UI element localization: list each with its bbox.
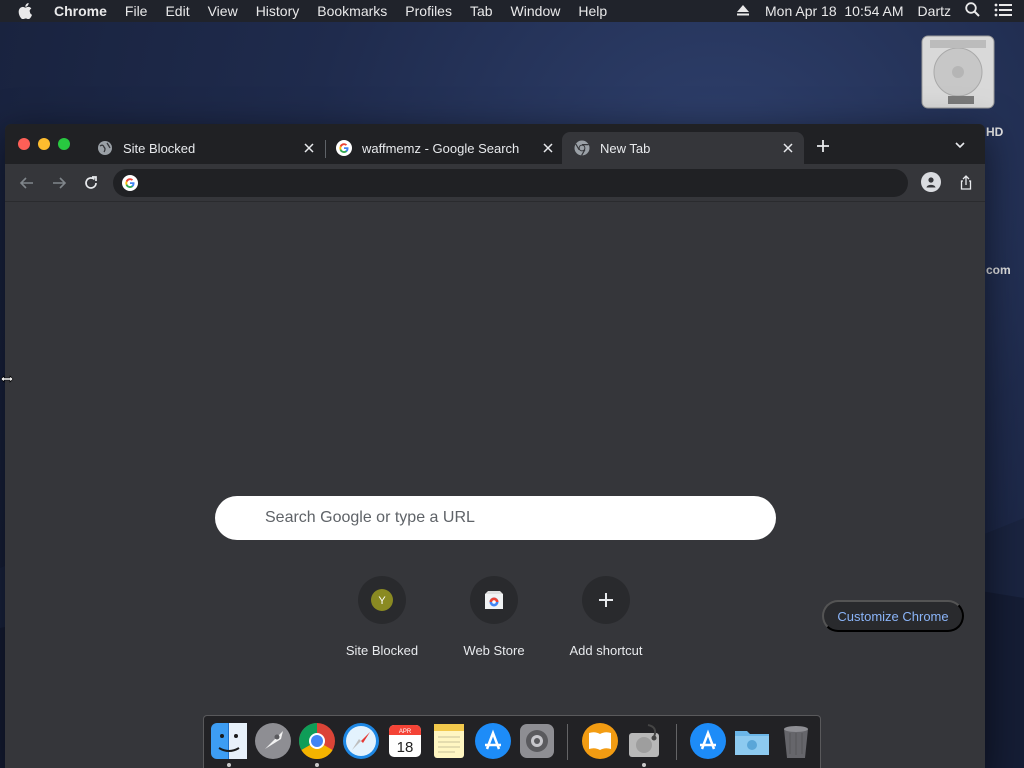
tab-strip: Site Blocked waffmemz - Google Search Ne… bbox=[5, 124, 985, 164]
finder-icon[interactable] bbox=[209, 721, 249, 761]
menu-bookmarks[interactable]: Bookmarks bbox=[317, 3, 387, 19]
menubar-user[interactable]: Dartz bbox=[918, 3, 951, 19]
notes-icon[interactable] bbox=[429, 721, 469, 761]
menu-view[interactable]: View bbox=[208, 3, 238, 19]
dock-separator bbox=[676, 724, 677, 760]
tab-google-search[interactable]: waffmemz - Google Search bbox=[324, 132, 564, 164]
notification-center-icon[interactable] bbox=[994, 3, 1012, 20]
shortcut-icon-container: Y bbox=[358, 576, 406, 624]
disk-utility-icon[interactable] bbox=[624, 721, 664, 761]
address-bar[interactable] bbox=[113, 169, 972, 197]
resize-cursor-icon bbox=[0, 372, 14, 384]
chevron-down-icon[interactable] bbox=[953, 138, 969, 154]
tab-close-icon[interactable] bbox=[301, 140, 317, 156]
safari-icon[interactable] bbox=[341, 721, 381, 761]
svg-text:APR: APR bbox=[399, 729, 412, 735]
tab-close-icon[interactable] bbox=[780, 140, 796, 156]
google-g-icon bbox=[336, 140, 352, 156]
web-store-icon bbox=[485, 591, 503, 609]
books-icon[interactable] bbox=[580, 721, 620, 761]
tab-close-icon[interactable] bbox=[540, 140, 556, 156]
calendar-icon[interactable]: APR 18 bbox=[385, 721, 425, 761]
shortcut-icon-container bbox=[470, 576, 518, 624]
spotlight-search-icon[interactable] bbox=[965, 2, 980, 20]
plus-icon bbox=[599, 593, 613, 607]
system-preferences-icon[interactable] bbox=[517, 721, 557, 761]
desktop-hd-label: HD bbox=[986, 125, 1004, 139]
ntp-search-box[interactable] bbox=[215, 496, 776, 540]
customize-chrome-button[interactable]: Customize Chrome bbox=[822, 600, 964, 632]
app-store-icon[interactable] bbox=[473, 721, 513, 761]
apple-menu-icon[interactable] bbox=[18, 2, 36, 20]
letter-y-icon: Y bbox=[371, 589, 393, 611]
app-store-downloads-icon[interactable] bbox=[688, 721, 728, 761]
menu-file[interactable]: File bbox=[125, 3, 148, 19]
window-minimize-button[interactable] bbox=[38, 138, 50, 150]
share-icon[interactable] bbox=[958, 175, 974, 191]
chrome-dock-icon[interactable] bbox=[297, 721, 337, 761]
address-input[interactable] bbox=[145, 173, 845, 193]
window-close-button[interactable] bbox=[18, 138, 30, 150]
svg-text:Y: Y bbox=[378, 595, 386, 607]
new-tab-page: Y Site Blocked Web Store Add short bbox=[5, 202, 985, 768]
chrome-window: Site Blocked waffmemz - Google Search Ne… bbox=[5, 124, 985, 768]
downloads-folder-icon[interactable] bbox=[732, 721, 772, 761]
shortcut-label: Web Store bbox=[463, 643, 525, 658]
menu-window[interactable]: Window bbox=[511, 3, 561, 19]
menu-profiles[interactable]: Profiles bbox=[405, 3, 452, 19]
menu-edit[interactable]: Edit bbox=[165, 3, 189, 19]
shortcut-icon-container bbox=[582, 576, 630, 624]
shortcut-label: Add shortcut bbox=[569, 643, 643, 658]
menu-help[interactable]: Help bbox=[578, 3, 607, 19]
menu-bar: Chrome File Edit View History Bookmarks … bbox=[0, 0, 1024, 22]
shortcut-label: Site Blocked bbox=[345, 643, 419, 658]
tab-site-blocked[interactable]: Site Blocked bbox=[85, 132, 325, 164]
globe-icon bbox=[97, 140, 113, 156]
dock-separator bbox=[567, 724, 568, 760]
dock-running-indicator bbox=[315, 763, 319, 767]
window-maximize-button[interactable] bbox=[58, 138, 70, 150]
eject-icon[interactable] bbox=[737, 3, 750, 19]
shortcut-add[interactable]: Add shortcut bbox=[550, 572, 662, 660]
new-tab-plus-icon[interactable] bbox=[813, 136, 833, 156]
dock: APR 18 bbox=[203, 715, 821, 768]
menu-tab[interactable]: Tab bbox=[470, 3, 493, 19]
tab-label: New Tab bbox=[600, 140, 651, 156]
back-arrow-icon[interactable] bbox=[18, 174, 36, 192]
launchpad-icon[interactable] bbox=[253, 721, 293, 761]
dock-running-indicator bbox=[227, 763, 231, 767]
menubar-clock[interactable]: Mon Apr 18 10:54 AM bbox=[765, 3, 904, 19]
shortcut-site-blocked[interactable]: Y Site Blocked bbox=[326, 572, 438, 660]
google-g-icon bbox=[122, 175, 138, 191]
chrome-icon bbox=[574, 140, 590, 156]
tab-new-tab[interactable]: New Tab bbox=[562, 132, 804, 164]
shortcut-web-store[interactable]: Web Store bbox=[438, 572, 550, 660]
svg-text:18: 18 bbox=[397, 739, 414, 756]
ntp-search-input[interactable] bbox=[265, 508, 745, 528]
menu-history[interactable]: History bbox=[256, 3, 300, 19]
profile-avatar-icon[interactable] bbox=[921, 172, 941, 192]
desktop-com-label: com bbox=[986, 263, 1011, 277]
forward-arrow-icon[interactable] bbox=[50, 174, 68, 192]
menu-app-name[interactable]: Chrome bbox=[54, 3, 107, 19]
browser-toolbar bbox=[5, 164, 985, 202]
trash-icon[interactable] bbox=[776, 721, 816, 761]
hard-drive-icon[interactable] bbox=[918, 32, 1000, 112]
tab-label: Site Blocked bbox=[123, 140, 196, 156]
tab-label: waffmemz - Google Search bbox=[362, 140, 520, 156]
dock-running-indicator bbox=[642, 763, 646, 767]
reload-icon[interactable] bbox=[82, 174, 100, 192]
